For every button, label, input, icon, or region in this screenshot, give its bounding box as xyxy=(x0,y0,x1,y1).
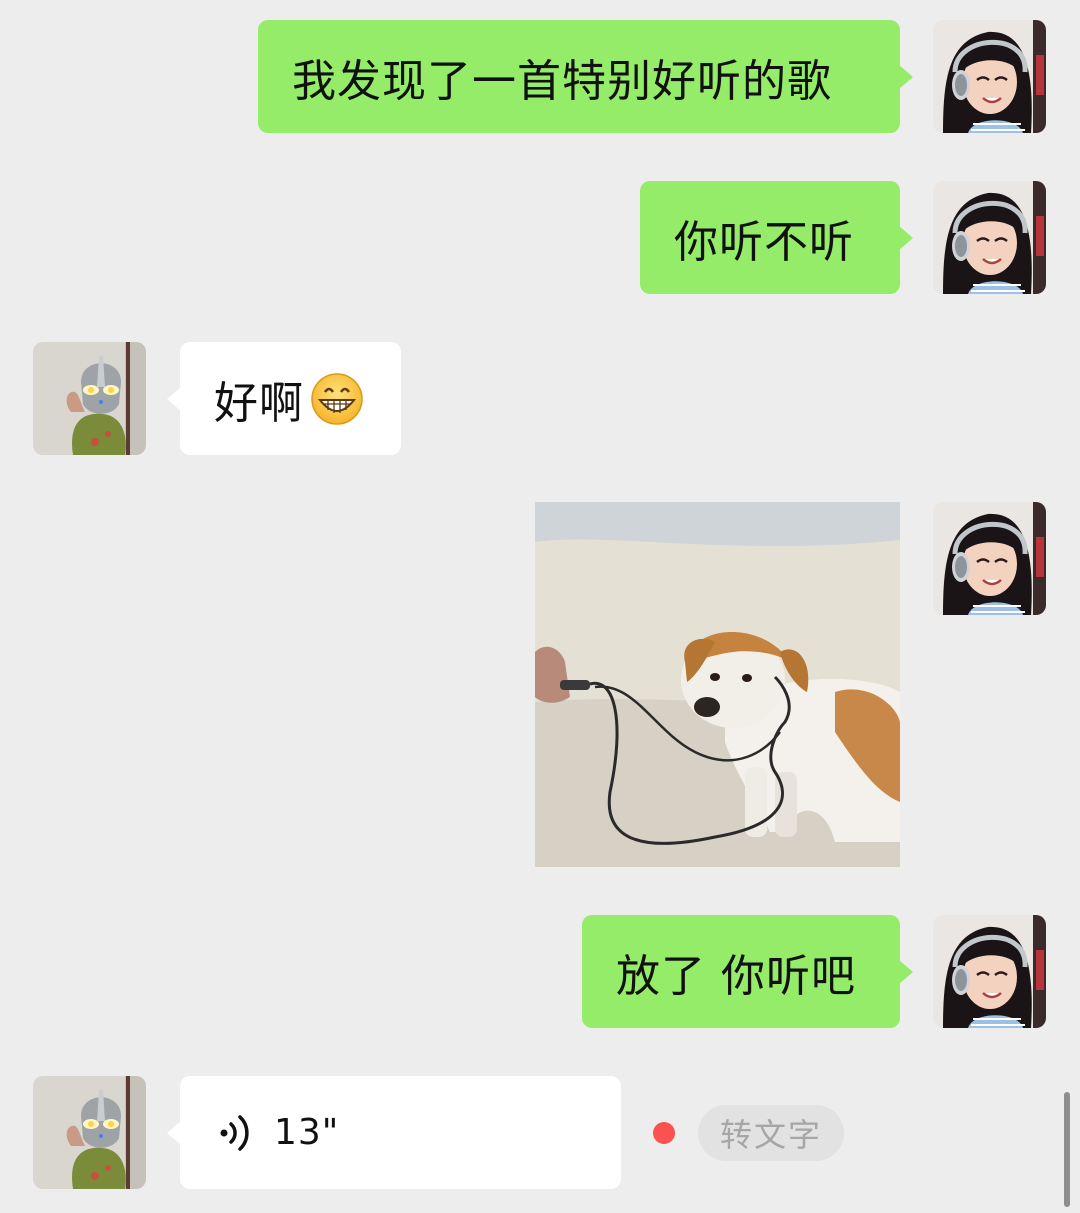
girl-with-headphones-avatar-image xyxy=(933,20,1046,133)
message-text: 好啊 xyxy=(214,377,304,429)
message-bubble[interactable]: 你听不听 xyxy=(640,181,913,294)
ultraman-avatar-image xyxy=(33,342,146,455)
scrollbar[interactable] xyxy=(1064,1092,1070,1207)
voice-duration: 13" xyxy=(274,1112,340,1153)
girl-with-headphones-avatar-image xyxy=(933,915,1046,1028)
self-avatar[interactable] xyxy=(933,502,1046,615)
message-row: 好啊 xyxy=(0,342,1080,455)
girl-with-headphones-avatar-image xyxy=(933,502,1046,615)
message-row xyxy=(0,502,1080,867)
transcribe-button[interactable]: 转文字 xyxy=(698,1105,844,1161)
message-row: 13" 转文字 xyxy=(0,1076,1080,1189)
message-row: 放了 你听吧 xyxy=(0,915,1080,1028)
grinning-face-emoji xyxy=(311,372,363,425)
message-row: 我发现了一首特别好听的歌 xyxy=(0,20,1080,133)
message-bubble[interactable]: 好啊 xyxy=(167,342,401,455)
message-row: 你听不听 xyxy=(0,181,1080,294)
other-avatar[interactable] xyxy=(33,1076,146,1189)
ultraman-avatar-image xyxy=(33,1076,146,1189)
self-avatar[interactable] xyxy=(933,20,1046,133)
self-avatar[interactable] xyxy=(933,181,1046,294)
message-text: 放了 你听吧 xyxy=(616,950,856,1002)
message-bubble[interactable]: 放了 你听吧 xyxy=(582,915,913,1028)
other-avatar[interactable] xyxy=(33,342,146,455)
self-avatar[interactable] xyxy=(933,915,1046,1028)
dog-with-earphones-sticker[interactable] xyxy=(535,502,900,867)
message-text: 你听不听 xyxy=(674,216,854,268)
voice-wave-icon xyxy=(220,1114,249,1151)
message-bubble[interactable]: 我发现了一首特别好听的歌 xyxy=(258,20,913,133)
dog-image xyxy=(535,502,900,867)
unread-dot xyxy=(653,1122,675,1144)
girl-with-headphones-avatar-image xyxy=(933,181,1046,294)
message-text: 我发现了一首特别好听的歌 xyxy=(292,55,832,107)
voice-message-bubble[interactable]: 13" xyxy=(167,1076,621,1189)
